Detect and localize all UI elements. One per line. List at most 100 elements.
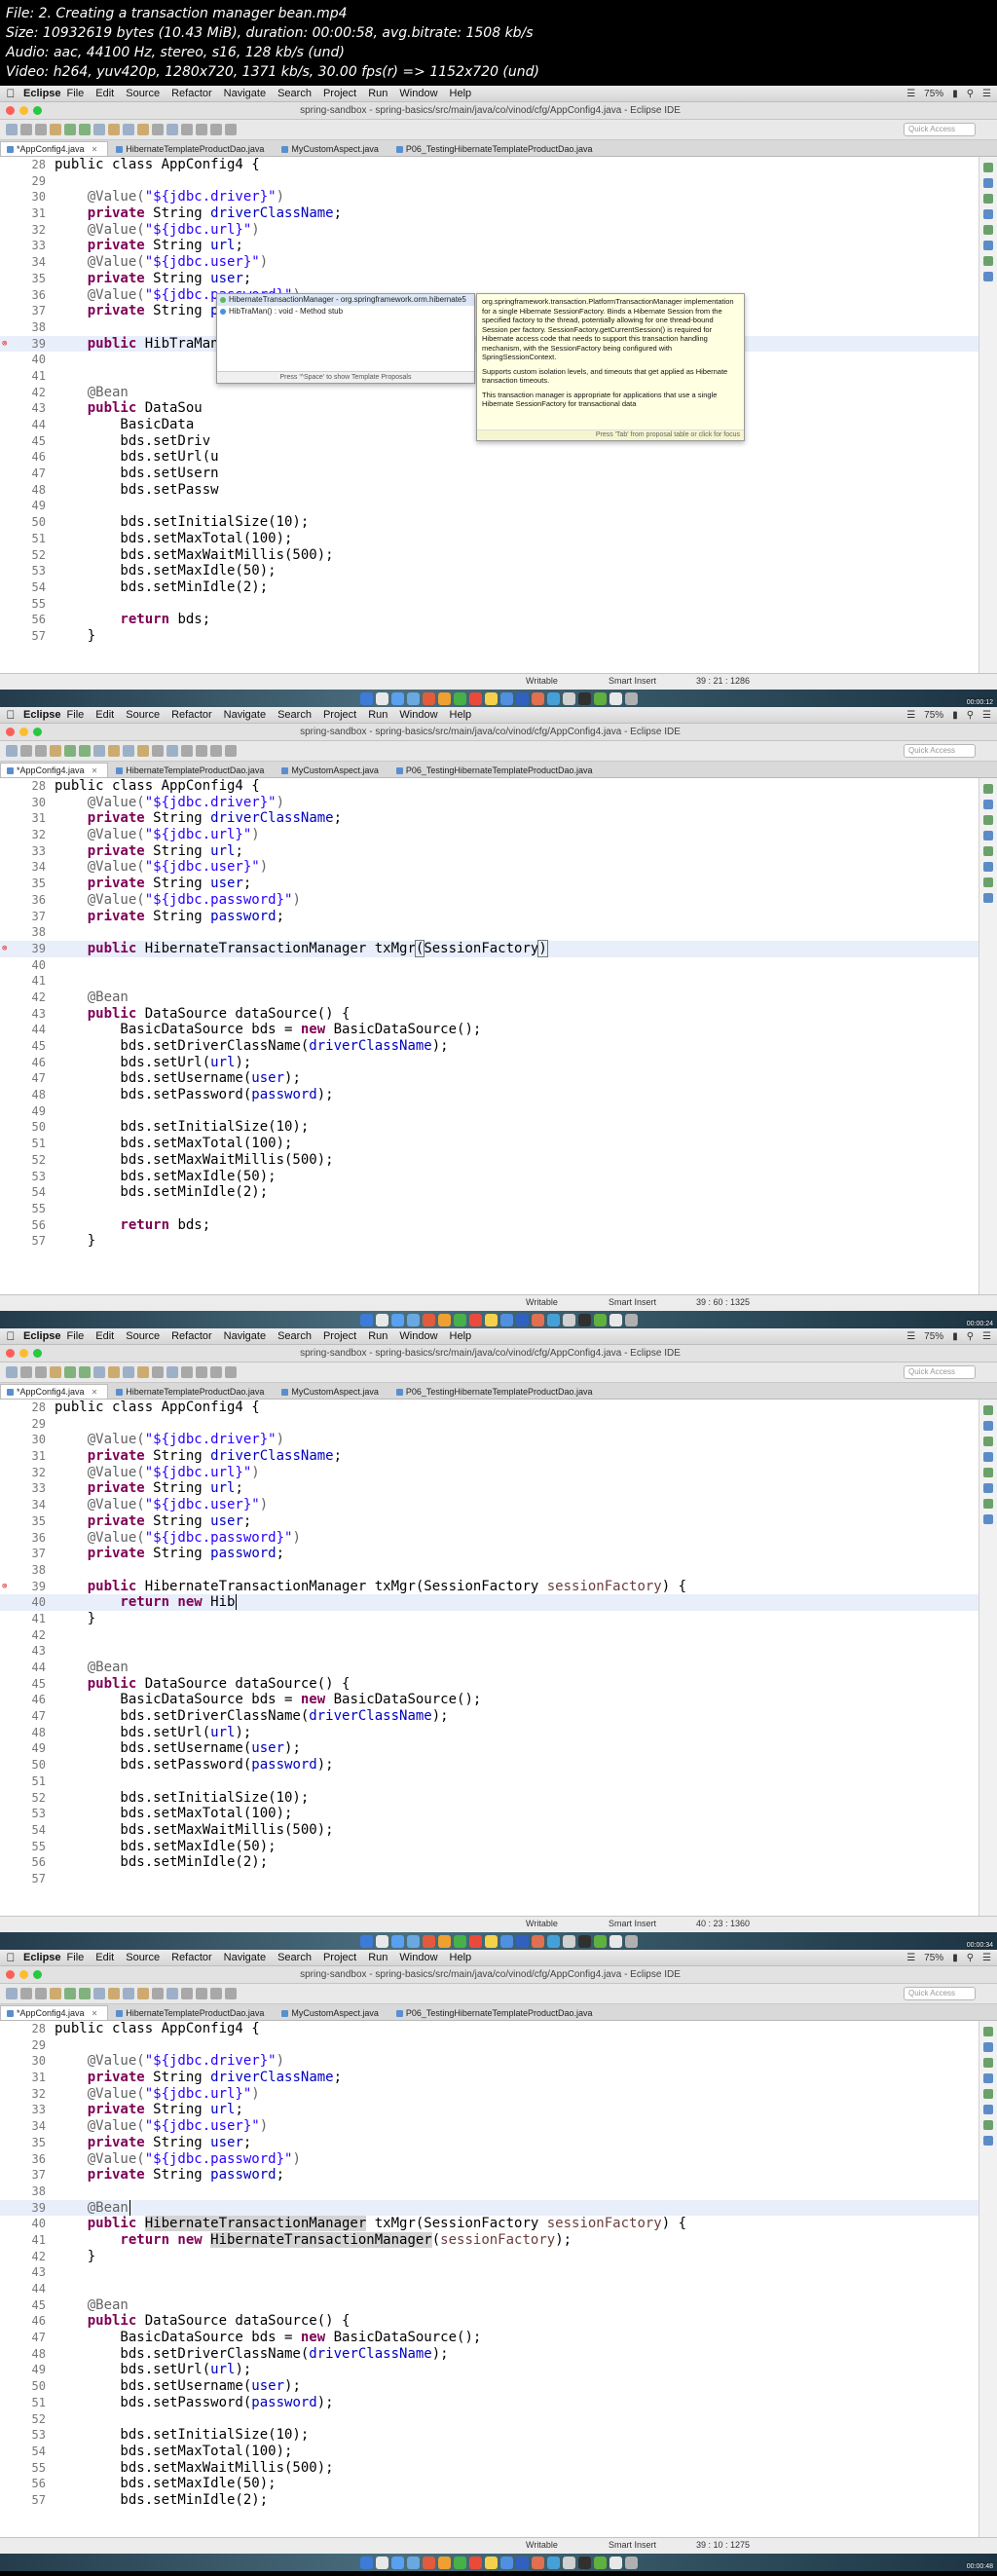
dock-app-icon[interactable] [624, 691, 638, 705]
dock-app-icon[interactable] [515, 1934, 529, 1948]
dock-app-icon[interactable] [624, 1313, 638, 1326]
wifi-icon[interactable]: ☰ [906, 710, 915, 721]
menu-project[interactable]: Project [323, 1952, 356, 1963]
open-type-icon[interactable] [152, 745, 164, 757]
search-toolbar-icon[interactable] [166, 1366, 178, 1378]
new-package-icon[interactable] [123, 745, 134, 757]
menu-run[interactable]: Run [368, 709, 388, 721]
code-editor[interactable]: 28 public class AppConfig4 {29 30 @Value("… [0, 157, 979, 674]
menu-search[interactable]: Search [277, 1330, 312, 1342]
dock-app-icon[interactable] [359, 1313, 373, 1326]
save-all-icon[interactable] [35, 1366, 47, 1378]
menu-project[interactable]: Project [323, 709, 356, 721]
dock-app-icon[interactable] [515, 1313, 529, 1326]
search-view-icon[interactable] [983, 272, 993, 281]
editor-tab[interactable]: P06_TestingHibernateTemplateProductDao.j… [390, 2006, 603, 2020]
minimize-window-button[interactable] [19, 728, 28, 736]
dock-app-icon[interactable] [484, 1313, 498, 1326]
dock-app-icon[interactable] [499, 1313, 513, 1326]
search-icon[interactable]: ⚲ [967, 89, 974, 99]
dock-app-icon[interactable] [422, 1313, 435, 1326]
dock-app-icon[interactable] [609, 2556, 622, 2569]
run-icon[interactable] [79, 1988, 91, 1999]
menu-window[interactable]: Window [399, 709, 437, 721]
progress-view-icon[interactable] [983, 1499, 993, 1509]
dock-app-icon[interactable] [359, 2556, 373, 2569]
task-list-icon[interactable] [983, 815, 993, 825]
dock-app-icon[interactable] [453, 1934, 466, 1948]
editor-tab[interactable]: MyCustomAspect.java [276, 142, 388, 156]
new-java-project-icon[interactable] [108, 1366, 120, 1378]
console-view-icon[interactable] [983, 2089, 993, 2099]
quick-access-input[interactable]: Quick Access [904, 744, 976, 758]
dock-app-icon[interactable] [390, 1934, 404, 1948]
progress-view-icon[interactable] [983, 2120, 993, 2130]
outline-view-icon[interactable] [983, 800, 993, 809]
servers-view-icon[interactable] [983, 241, 993, 250]
external-tools-icon[interactable] [93, 1988, 105, 1999]
editor-tab[interactable]: *AppConfig4.java ✕ [0, 141, 109, 156]
servers-view-icon[interactable] [983, 862, 993, 872]
dock-app-icon[interactable] [390, 691, 404, 705]
search-icon[interactable]: ⚲ [967, 1331, 974, 1342]
menu-help[interactable]: Help [450, 88, 472, 99]
progress-view-icon[interactable] [983, 256, 993, 266]
menu-source[interactable]: Source [126, 1330, 160, 1342]
dock-app-icon[interactable] [406, 2556, 420, 2569]
battery-icon[interactable]: ▮ [952, 710, 958, 721]
build-icon[interactable] [50, 1366, 61, 1378]
java-perspective-icon[interactable] [983, 1405, 993, 1415]
previous-annotation-icon[interactable] [196, 745, 207, 757]
menu-navigate[interactable]: Navigate [224, 88, 266, 99]
quick-access-input[interactable]: Quick Access [904, 1987, 976, 2000]
new-java-project-icon[interactable] [108, 124, 120, 135]
dock-app-icon[interactable] [453, 1313, 466, 1326]
dock-app-icon[interactable] [577, 2556, 591, 2569]
editor-tab[interactable]: P06_TestingHibernateTemplateProductDao.j… [390, 764, 603, 777]
code-editor[interactable]: 28 public class AppConfig4 {29 30 @Value("… [0, 2021, 979, 2538]
external-tools-icon[interactable] [93, 745, 105, 757]
app-menu-eclipse[interactable]: Eclipse [23, 1952, 61, 1963]
run-icon[interactable] [79, 745, 91, 757]
list-icon[interactable]: ☰ [982, 1953, 991, 1963]
close-tab-icon[interactable]: ✕ [92, 145, 98, 154]
menu-source[interactable]: Source [126, 88, 160, 99]
forward-icon[interactable] [225, 1988, 237, 1999]
editor-tab[interactable]: HibernateTemplateProductDao.java [110, 1385, 274, 1399]
editor-tab[interactable]: HibernateTemplateProductDao.java [110, 764, 274, 777]
editor-tab[interactable]: *AppConfig4.java ✕ [0, 763, 109, 777]
list-icon[interactable]: ☰ [982, 89, 991, 99]
wifi-icon[interactable]: ☰ [906, 1953, 915, 1963]
code-editor[interactable]: 28 public class AppConfig4 {29 30 @Value("… [0, 1400, 979, 1917]
problems-view-icon[interactable] [983, 831, 993, 840]
save-all-icon[interactable] [35, 124, 47, 135]
dock-app-icon[interactable] [531, 691, 544, 705]
menu-file[interactable]: File [67, 709, 85, 721]
editor-tab[interactable]: MyCustomAspect.java [276, 2006, 388, 2020]
wifi-icon[interactable]: ☰ [906, 89, 915, 99]
menu-file[interactable]: File [67, 1330, 85, 1342]
menu-window[interactable]: Window [399, 1952, 437, 1963]
menu-help[interactable]: Help [450, 1952, 472, 1963]
task-list-icon[interactable] [983, 1437, 993, 1446]
dock-app-icon[interactable] [437, 1934, 451, 1948]
zoom-window-button[interactable] [33, 1970, 42, 1979]
console-view-icon[interactable] [983, 846, 993, 856]
dock-app-icon[interactable] [468, 1934, 482, 1948]
dock-app-icon[interactable] [437, 2556, 451, 2569]
forward-icon[interactable] [225, 1366, 237, 1378]
editor-tab[interactable]: MyCustomAspect.java [276, 1385, 388, 1399]
dock-app-icon[interactable] [406, 691, 420, 705]
open-type-icon[interactable] [152, 1988, 164, 1999]
list-icon[interactable]: ☰ [982, 710, 991, 721]
new-java-project-icon[interactable] [108, 745, 120, 757]
new-package-icon[interactable] [123, 124, 134, 135]
outline-view-icon[interactable] [983, 178, 993, 188]
dock-app-icon[interactable] [546, 1934, 560, 1948]
build-icon[interactable] [50, 124, 61, 135]
build-icon[interactable] [50, 745, 61, 757]
dock-app-icon[interactable] [499, 1934, 513, 1948]
quick-access-input[interactable]: Quick Access [904, 123, 976, 136]
dock-app-icon[interactable] [375, 691, 388, 705]
problems-view-icon[interactable] [983, 1452, 993, 1462]
